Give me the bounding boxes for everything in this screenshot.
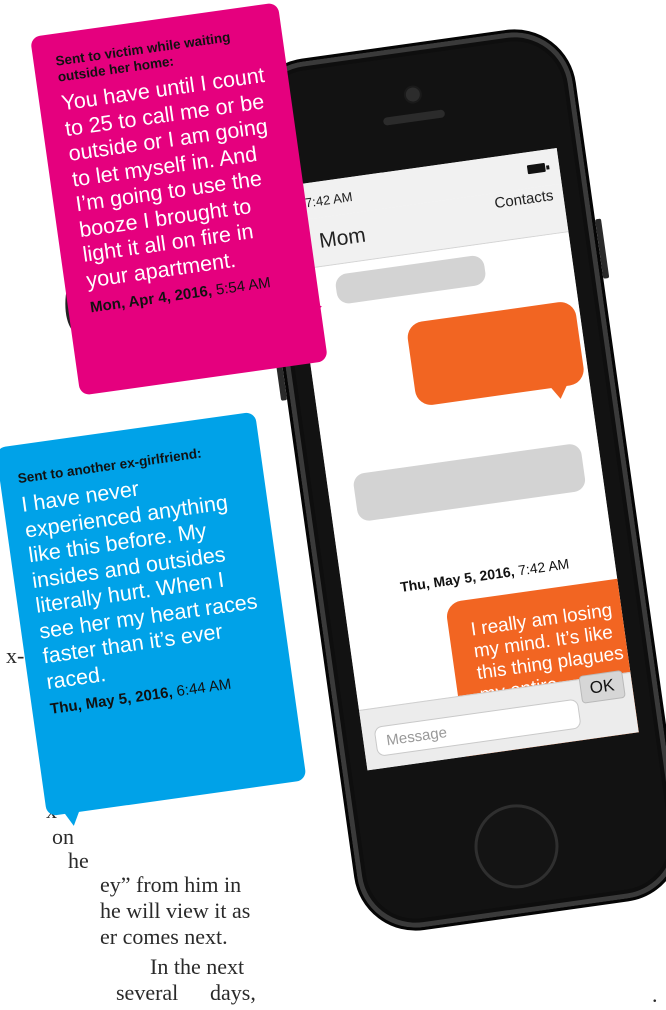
ok-button[interactable]: OK (578, 670, 626, 704)
bubble-tail (549, 383, 570, 401)
conversation-title: Mom (317, 223, 368, 253)
timestamp-date: Thu, May 5, 2016, (399, 563, 516, 595)
callout-time: 5:54 AM (214, 274, 272, 299)
article-text-fragment: several (116, 980, 179, 1005)
callout-body: I have never experienced anything like t… (19, 476, 259, 694)
timestamp-time: 7:42 AM (517, 555, 571, 579)
article-text-fragment: he will view it as (100, 898, 251, 923)
article-text-fragment: er comes next. (100, 924, 228, 949)
stage: d why x- t y x- on he ey” from him in he… (0, 0, 666, 1010)
article-text-fragment: . (652, 982, 658, 1007)
article-text-fragment: he (68, 848, 89, 873)
incoming-message-bubble (352, 442, 587, 523)
callout-time: 6:44 AM (175, 675, 233, 701)
pink-quote-callout: Sent to victim while waiting outside her… (30, 2, 328, 396)
article-text-fragment: ey” from him in (100, 872, 242, 897)
callout-body: You have until I count to 25 to call me … (59, 63, 270, 293)
article-text-fragment: days, (210, 980, 256, 1005)
smartphone: 07:42 AM Mom Contacts Thu, May 5, 2016, … (240, 21, 666, 939)
incoming-message-bubble (334, 254, 487, 305)
article-text-fragment: In the next (150, 954, 245, 979)
blue-quote-callout: Sent to another ex-girlfriend: I have ne… (0, 411, 307, 817)
article-text-fragment: x- (6, 643, 25, 668)
battery-icon (526, 162, 546, 175)
article-text-fragment: on (52, 824, 74, 849)
